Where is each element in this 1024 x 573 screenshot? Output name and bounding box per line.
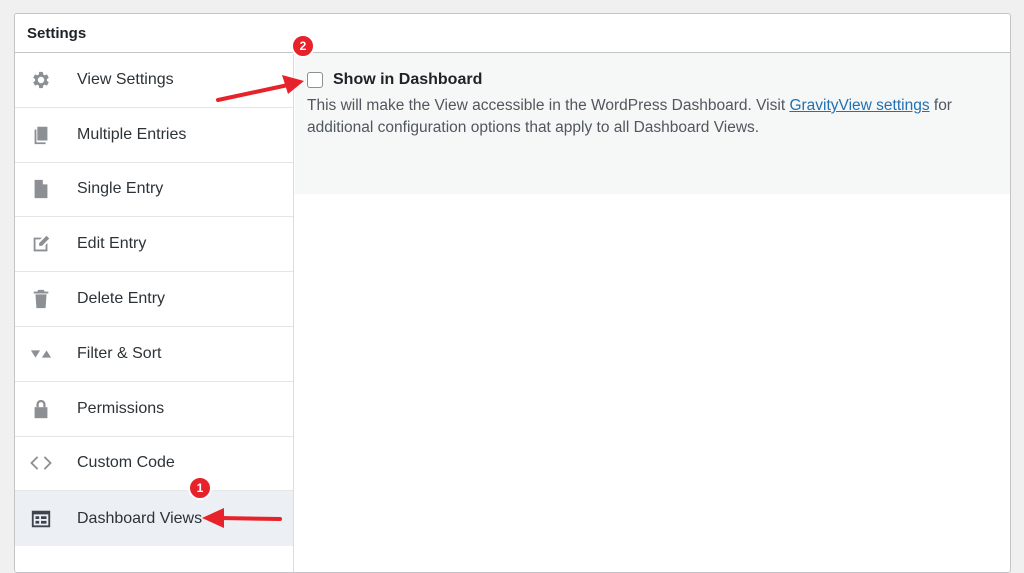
gear-icon <box>29 68 53 92</box>
sidebar-item-label: Single Entry <box>77 180 164 198</box>
sidebar-item-permissions[interactable]: Permissions <box>15 382 293 437</box>
sidebar-item-label: Permissions <box>77 399 165 417</box>
settings-panel: Settings View Settings Multiple Entries … <box>14 13 1011 573</box>
gravityview-settings-link[interactable]: GravityView settings <box>789 97 929 114</box>
sidebar-item-single-entry[interactable]: Single Entry <box>15 163 293 218</box>
panel-title: Settings <box>15 14 1010 53</box>
annotation-badge-1: 1 <box>188 476 212 500</box>
sidebar-item-edit-entry[interactable]: Edit Entry <box>15 217 293 273</box>
document-icon <box>29 177 53 201</box>
sidebar-item-label: Filter & Sort <box>77 344 162 362</box>
sidebar-item-label: Multiple Entries <box>77 125 187 143</box>
annotation-arrow-1 <box>202 508 282 528</box>
sidebar-item-label: View Settings <box>77 70 174 88</box>
copy-icon <box>29 123 53 147</box>
sidebar-item-label: Dashboard Views <box>77 509 203 527</box>
sidebar-item-filter-sort[interactable]: Filter & Sort <box>15 327 293 382</box>
sidebar-item-custom-code[interactable]: Custom Code <box>15 437 293 492</box>
show-in-dashboard-label[interactable]: Show in Dashboard <box>333 71 482 89</box>
dashboard-grid-icon <box>29 507 53 531</box>
code-icon <box>29 451 53 475</box>
edit-icon <box>29 232 53 256</box>
sidebar-item-multiple-entries[interactable]: Multiple Entries <box>15 108 293 163</box>
trash-icon <box>29 287 53 311</box>
annotation-badge-2: 2 <box>291 34 315 58</box>
description-text-start: This will make the View accessible in th… <box>307 97 790 114</box>
lock-icon <box>29 397 53 421</box>
dashboard-views-settings: Show in Dashboard This will make the Vie… <box>295 53 1010 194</box>
sidebar-item-delete-entry[interactable]: Delete Entry <box>15 272 293 327</box>
sidebar-item-label: Custom Code <box>77 454 175 472</box>
show-in-dashboard-option: Show in Dashboard <box>307 69 1000 91</box>
sidebar-item-label: Delete Entry <box>77 290 166 308</box>
sidebar-item-label: Edit Entry <box>77 235 147 253</box>
option-description: This will make the View accessible in th… <box>307 95 997 139</box>
annotation-arrow-2 <box>216 75 304 102</box>
settings-sidebar: View Settings Multiple Entries Single En… <box>15 53 294 572</box>
filter-sort-icon <box>29 342 53 366</box>
